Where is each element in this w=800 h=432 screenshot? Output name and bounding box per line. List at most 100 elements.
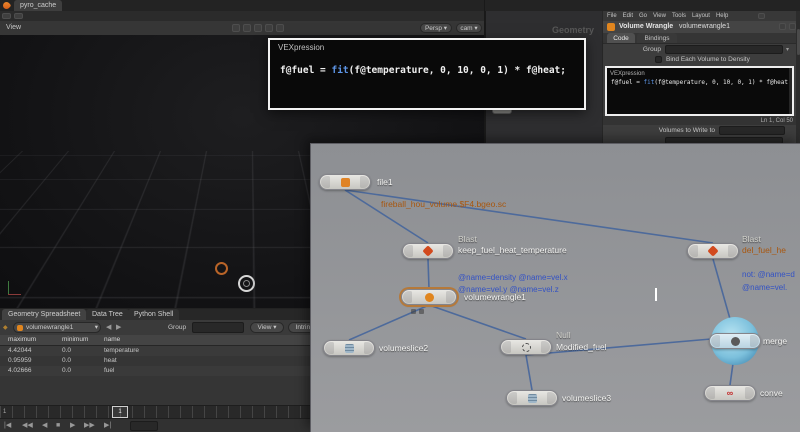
vexpression-label: VEXpression [610, 69, 645, 79]
tab-label: Code [613, 35, 629, 42]
blast-del-note-2: @name=vel. [742, 283, 787, 292]
menu-view[interactable]: View [653, 13, 666, 19]
column-header[interactable]: minimum [62, 335, 88, 345]
node-selector[interactable]: volumewrangle1 ▾ [13, 322, 101, 333]
camera-button[interactable]: cam ▾ [456, 23, 482, 33]
node-flag-right [745, 387, 754, 399]
menu-help[interactable]: Help [716, 13, 728, 19]
tab-label: Python Shell [134, 311, 173, 318]
editor-scrollbar[interactable] [789, 68, 792, 114]
editor-status-bar: Ln 1, Col 50 [603, 116, 800, 125]
node-label-volumewrangle1[interactable]: volumewrangle1 [464, 292, 526, 302]
node-null-modified-fuel[interactable] [500, 339, 552, 355]
nav-fwd-icon[interactable]: ▶ [116, 323, 121, 333]
gizmo-ring-orange[interactable] [215, 262, 228, 275]
node-flag-left [403, 291, 412, 303]
chevron-down-icon: ▾ [444, 25, 447, 32]
node-blast-keep[interactable] [402, 243, 454, 259]
vexpression-zoom-callout: VEXpression f@fuel = fit(f@temperature, … [268, 38, 586, 110]
persp-label: Persp [425, 25, 442, 32]
menu-file[interactable]: File [607, 13, 617, 19]
node-label-volumeslice3[interactable]: volumeslice3 [562, 393, 611, 403]
play-reverse-button[interactable]: ◀ [42, 421, 47, 431]
menu-go[interactable]: Go [639, 13, 647, 19]
chevron-down-icon: ▾ [474, 25, 477, 32]
stop-button[interactable]: ■ [56, 421, 60, 431]
node-file1[interactable] [319, 174, 371, 190]
node-flag-left [508, 392, 517, 404]
node-label-volumeslice2[interactable]: volumeslice2 [379, 343, 428, 353]
tab-bindings[interactable]: Bindings [637, 33, 677, 43]
lock-icon[interactable] [779, 23, 786, 30]
vex-code-editor[interactable]: f@fuel = fit(f@temperature, 0, 10, 0, 1)… [611, 79, 792, 86]
blast-keep-note-1: @name=density @name=vel.x [458, 273, 568, 282]
tab-data-tree[interactable]: Data Tree [86, 309, 129, 320]
desktop-tab-pyro-cache[interactable]: pyro_cache [14, 0, 62, 11]
pane-tab-icon[interactable] [14, 13, 23, 19]
node-label-modified-fuel[interactable]: Modified_fuel [556, 342, 607, 352]
viewport-tool-icon[interactable] [265, 24, 273, 32]
group-field[interactable] [192, 322, 244, 333]
tab-code[interactable]: Code [607, 33, 635, 43]
frame-field[interactable] [130, 421, 158, 431]
node-flag-right [364, 342, 373, 354]
viewport-tool-icon[interactable] [276, 24, 284, 32]
tab-python-shell[interactable]: Python Shell [128, 309, 179, 320]
node-name-field[interactable]: volumewrangle1 [679, 22, 730, 32]
pane-scrollbar[interactable] [796, 11, 800, 145]
blast-icon [422, 245, 433, 256]
menu-edit[interactable]: Edit [623, 13, 633, 19]
gear-icon[interactable] [789, 23, 796, 30]
blast-icon [707, 245, 718, 256]
node-label-file1[interactable]: file1 [377, 177, 393, 187]
code-segment: (f@temperature, 0, 10, 0, 1) * f@heat; [654, 79, 791, 86]
chevron-down-icon[interactable]: ▾ [786, 45, 789, 55]
tab-label: Bindings [645, 35, 670, 42]
node-flag-right [541, 341, 550, 353]
gizmo-ring-inner [243, 280, 250, 287]
bind-density-checkbox[interactable] [655, 56, 662, 63]
tab-label: Data Tree [92, 311, 123, 318]
file-path-comment: fireball_hou_volume.$F4.bgeo.sc [381, 199, 506, 209]
viewport-tool-icon[interactable] [243, 24, 251, 32]
column-header[interactable]: name [104, 335, 120, 345]
node-flag-left [711, 335, 720, 347]
axis-gizmo-x [8, 294, 21, 295]
menu-layout[interactable]: Layout [692, 13, 710, 19]
group-field[interactable] [665, 45, 783, 54]
node-volumewrangle1[interactable] [401, 289, 457, 305]
node-volumeslice3[interactable] [506, 390, 558, 406]
vex-code-line: f@fuel = fit(f@temperature, 0, 10, 0, 1)… [280, 65, 566, 76]
node-flag-right [728, 245, 737, 257]
tab-geometry-spreadsheet[interactable]: Geometry Spreadsheet [2, 309, 86, 320]
node-flag-right [360, 176, 369, 188]
node-label-del[interactable]: del_fuel_he [742, 245, 786, 255]
pane-tab-icon[interactable] [2, 13, 11, 19]
playhead[interactable]: 1 [112, 406, 128, 418]
node-label-merge[interactable]: merge [763, 336, 787, 346]
pin-icon[interactable]: ◆ [3, 323, 8, 333]
node-label-convert[interactable]: conve [760, 388, 783, 398]
viewport-tool-icon[interactable] [232, 24, 240, 32]
menu-tools[interactable]: Tools [672, 13, 686, 19]
rewind-button[interactable]: ◀◀ [22, 421, 33, 431]
fast-forward-button[interactable]: ▶▶ [84, 421, 95, 431]
view-dropdown[interactable]: View ▾ [250, 322, 284, 333]
persp-view-button[interactable]: Persp ▾ [420, 23, 452, 33]
node-label-keep[interactable]: keep_fuel_heat_temperature [458, 245, 567, 255]
jump-to-start-button[interactable]: |◀ [4, 421, 11, 431]
jump-to-end-button[interactable]: ▶| [104, 421, 111, 431]
nav-back-icon[interactable]: ◀ [106, 323, 111, 333]
node-blast-del[interactable] [687, 243, 739, 259]
node-convert[interactable]: ∞ [704, 385, 756, 401]
column-header[interactable]: maximum [8, 335, 36, 345]
node-volumeslice2[interactable] [323, 340, 375, 356]
volumes-to-write-field[interactable] [719, 126, 785, 135]
node-flag-left [706, 387, 715, 399]
play-button[interactable]: ▶ [70, 421, 75, 431]
node-merge[interactable] [709, 333, 761, 349]
network-editor[interactable]: file1 fireball_hou_volume.$F4.bgeo.sc Bl… [310, 143, 800, 432]
menu-toolbar-icon[interactable] [758, 13, 765, 19]
node-selector-label: volumewrangle1 [26, 324, 73, 331]
viewport-tool-icon[interactable] [254, 24, 262, 32]
